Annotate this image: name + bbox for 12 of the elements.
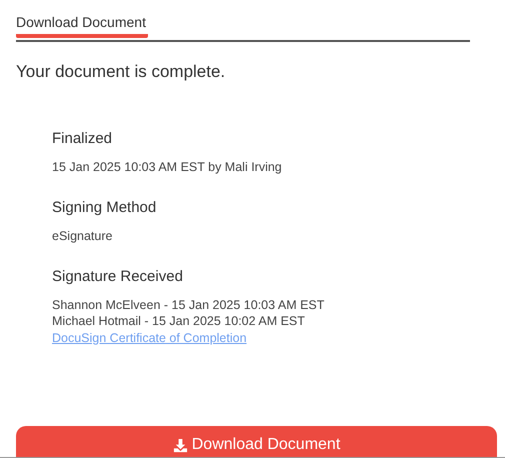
detail-text: Michael Hotmail - 15 Jan 2025 10:02 AM EST [52, 313, 306, 329]
status-heading: Your document is complete. [16, 62, 226, 82]
section-title: Signing Method [52, 199, 158, 216]
detail-text: 15 Jan 2025 10:03 AM EST by Mali Irving [52, 159, 283, 175]
section-title: Signature Received [52, 268, 184, 285]
download-button[interactable]: Download Document [16, 426, 497, 457]
detail-text: eSignature [52, 228, 114, 244]
certificate-link[interactable]: DocuSign Certificate of Completion [52, 331, 247, 346]
detail-text: Shannon McElveen - 15 Jan 2025 10:03 AM EST [52, 297, 326, 313]
tab[interactable]: Download Document [16, 12, 148, 38]
download-icon [172, 438, 188, 453]
section-title: Finalized [52, 130, 114, 147]
